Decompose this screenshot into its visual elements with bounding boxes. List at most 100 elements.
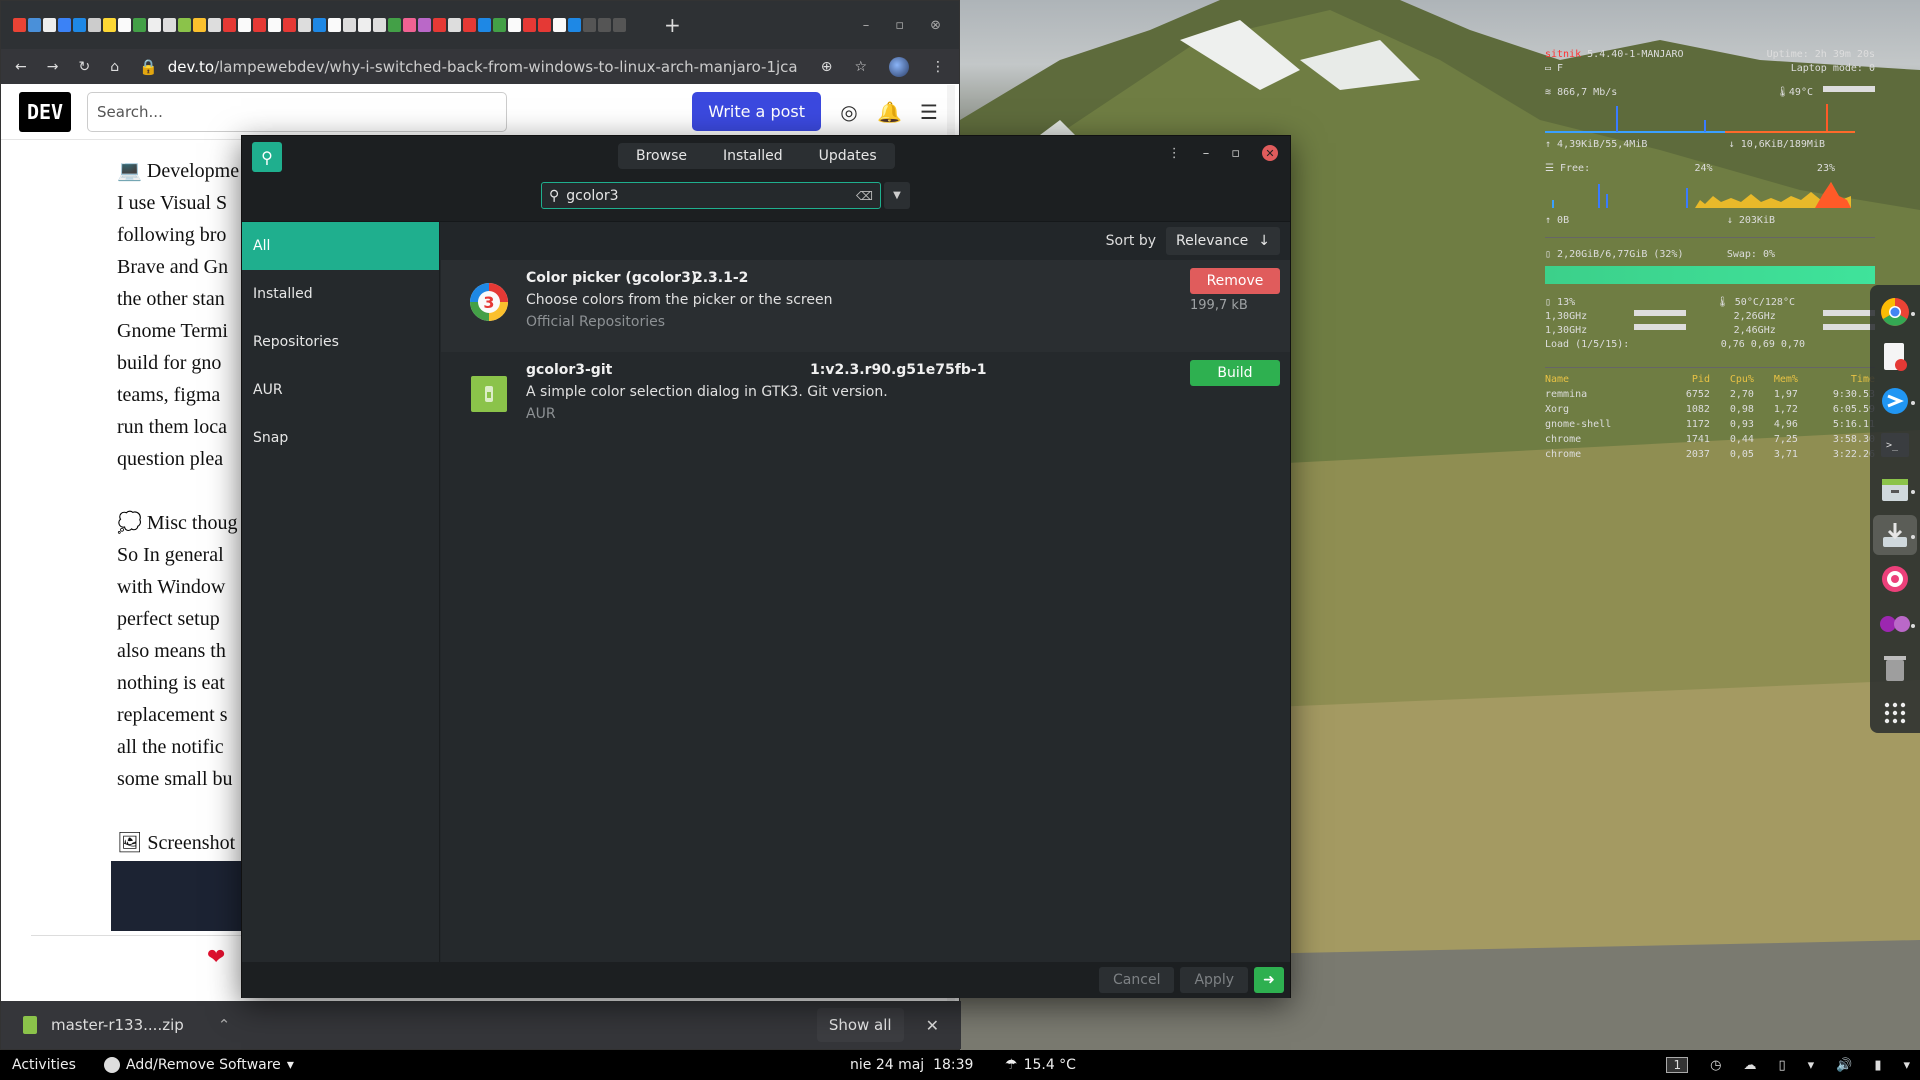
- tab-favicon-icon[interactable]: [568, 18, 581, 32]
- wifi-icon[interactable]: ▾: [1808, 1058, 1815, 1073]
- tab-favicon-icon[interactable]: [118, 18, 131, 32]
- new-tab-button[interactable]: +: [664, 13, 681, 37]
- profile-avatar[interactable]: [889, 56, 909, 77]
- power-menu-icon[interactable]: ▾: [1903, 1058, 1910, 1073]
- tab-favicon-icon[interactable]: [313, 18, 326, 32]
- close-icon[interactable]: ✕: [1262, 145, 1278, 161]
- tab-favicon-icon[interactable]: [448, 18, 461, 32]
- tab-favicon-icon[interactable]: [583, 18, 596, 32]
- tab-favicon-icon[interactable]: [283, 18, 296, 32]
- tab-favicon-icon[interactable]: [598, 18, 611, 32]
- tab-favicon-icon[interactable]: [613, 18, 626, 32]
- write-post-button[interactable]: Write a post: [692, 92, 821, 131]
- show-apps-grid-icon[interactable]: [1873, 693, 1917, 734]
- tab-browse[interactable]: Browse: [618, 143, 705, 169]
- close-icon[interactable]: ⊗: [930, 18, 941, 33]
- address-bar[interactable]: 🔒 dev.to/lampewebdev/why-i-switched-back…: [139, 58, 801, 76]
- apply-button[interactable]: Apply: [1180, 967, 1248, 993]
- workspace-indicator[interactable]: 1: [1666, 1057, 1689, 1073]
- volume-icon[interactable]: 🔊: [1836, 1058, 1852, 1073]
- sidebar-item-snap[interactable]: Snap: [242, 414, 439, 462]
- tab-favicon-icon[interactable]: [253, 18, 266, 32]
- hamburger-menu-icon[interactable]: ☰: [917, 100, 941, 124]
- tab-favicon-icon[interactable]: [73, 18, 86, 32]
- devto-logo[interactable]: DEV: [19, 91, 71, 132]
- devto-search-input[interactable]: Search...: [87, 91, 507, 132]
- cancel-button[interactable]: Cancel: [1099, 967, 1175, 993]
- timer-icon[interactable]: ◷: [1710, 1058, 1721, 1073]
- battery-icon[interactable]: ▮: [1874, 1058, 1881, 1073]
- app-menu[interactable]: Add/Remove Software ▾: [104, 1057, 294, 1073]
- package-row[interactable]: 3 Color picker (gcolor3) 2.3.1-2 Choose …: [441, 260, 1290, 352]
- tab-favicon-icon[interactable]: [478, 18, 491, 32]
- chat-app-icon[interactable]: [1873, 604, 1917, 645]
- tab-favicon-icon[interactable]: [133, 18, 146, 32]
- tab-favicon-icon[interactable]: [463, 18, 476, 32]
- package-search-input[interactable]: ⚲ gcolor3 ⌫: [541, 182, 881, 209]
- cloud-icon[interactable]: ☁: [1743, 1058, 1756, 1073]
- tab-favicon-icon[interactable]: [178, 18, 191, 32]
- reload-icon[interactable]: ↻: [78, 59, 90, 75]
- tab-favicon-icon[interactable]: [148, 18, 161, 32]
- bell-icon[interactable]: 🔔: [877, 100, 902, 124]
- minimize-icon[interactable]: –: [863, 18, 870, 33]
- tab-favicon-icon[interactable]: [238, 18, 251, 32]
- search-dropdown-button[interactable]: ▼: [884, 182, 910, 209]
- tab-favicon-icon[interactable]: [373, 18, 386, 32]
- restore-icon[interactable]: ▫: [895, 18, 904, 33]
- tab-favicon-icon[interactable]: [523, 18, 536, 32]
- remmina-app-icon[interactable]: [1873, 381, 1917, 422]
- tab-favicon-icon[interactable]: [223, 18, 236, 32]
- activities-button[interactable]: Activities: [0, 1057, 104, 1073]
- tab-favicon-icon[interactable]: [433, 18, 446, 32]
- phone-icon[interactable]: ▯: [1778, 1058, 1785, 1073]
- tab-favicon-icon[interactable]: [418, 18, 431, 32]
- details-arrow-button[interactable]: ➜: [1254, 967, 1284, 993]
- trash-icon[interactable]: [1873, 648, 1917, 689]
- tab-favicon-icon[interactable]: [268, 18, 281, 32]
- bookmark-star-icon[interactable]: ☆: [854, 59, 867, 75]
- forward-arrow-icon[interactable]: →: [47, 59, 59, 75]
- tab-favicon-icon[interactable]: [43, 18, 56, 32]
- tab-favicon-icon[interactable]: [13, 18, 26, 32]
- tab-favicon-icon[interactable]: [388, 18, 401, 32]
- tab-installed[interactable]: Installed: [705, 143, 801, 169]
- tab-favicon-icon[interactable]: [58, 18, 71, 32]
- terminal-app-icon[interactable]: >_: [1873, 426, 1917, 467]
- build-button[interactable]: Build: [1190, 360, 1280, 386]
- minimize-icon[interactable]: –: [1203, 146, 1210, 161]
- tab-favicon-icon[interactable]: [358, 18, 371, 32]
- tab-favicon-icon[interactable]: [508, 18, 521, 32]
- archive-manager-icon[interactable]: [1873, 470, 1917, 511]
- document-app-icon[interactable]: [1873, 337, 1917, 378]
- sidebar-item-aur[interactable]: AUR: [242, 366, 439, 414]
- clear-search-icon[interactable]: ⌫: [856, 189, 873, 203]
- tab-favicon-icon[interactable]: [298, 18, 311, 32]
- weather-indicator[interactable]: ☂ 15.4 °C: [1005, 1057, 1076, 1073]
- show-all-button[interactable]: Show all: [816, 1008, 904, 1042]
- software-installer-icon[interactable]: [1873, 514, 1917, 555]
- tab-favicon-icon[interactable]: [538, 18, 551, 32]
- sidebar-item-installed[interactable]: Installed: [242, 270, 439, 318]
- add-icon[interactable]: ⊕: [821, 59, 833, 75]
- tab-favicon-icon[interactable]: [103, 18, 116, 32]
- tab-favicon-icon[interactable]: [163, 18, 176, 32]
- tab-favicon-icon[interactable]: [343, 18, 356, 32]
- home-icon[interactable]: ⌂: [110, 59, 119, 75]
- remove-button[interactable]: Remove: [1190, 268, 1280, 294]
- heart-icon[interactable]: ❤: [207, 945, 225, 970]
- menu-kebab-icon[interactable]: ⋮: [1168, 146, 1181, 161]
- tab-favicon-icon[interactable]: [328, 18, 341, 32]
- sidebar-item-all[interactable]: All: [242, 222, 439, 270]
- maximize-icon[interactable]: ▫: [1231, 146, 1240, 161]
- tab-updates[interactable]: Updates: [801, 143, 895, 169]
- tab-favicon-icon[interactable]: [88, 18, 101, 32]
- clock[interactable]: nie 24 maj 18:39: [850, 1057, 973, 1073]
- sidebar-item-repositories[interactable]: Repositories: [242, 318, 439, 366]
- close-icon[interactable]: ✕: [926, 1016, 939, 1035]
- download-filename[interactable]: master-r133....zip: [51, 1016, 184, 1034]
- chevron-up-icon[interactable]: ⌃: [218, 1016, 231, 1034]
- search-toggle-button[interactable]: ⚲: [252, 142, 282, 172]
- tab-favicon-icon[interactable]: [553, 18, 566, 32]
- menu-kebab-icon[interactable]: ⋮: [931, 59, 945, 75]
